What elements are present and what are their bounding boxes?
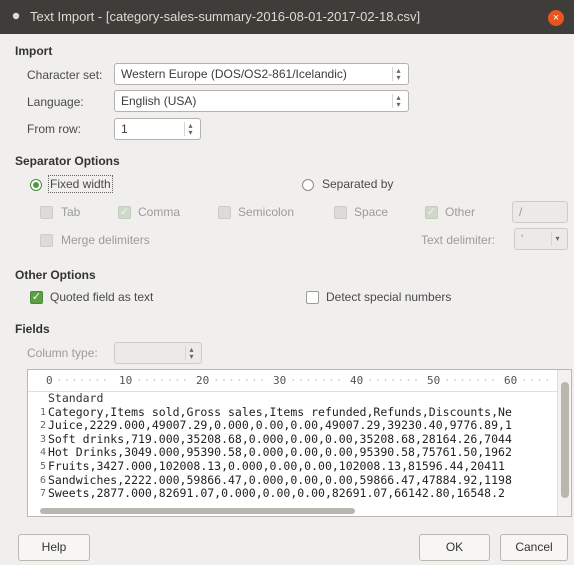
table-row: 5 Fruits,3427.000,102008.13,0.000,0.00,0.…: [28, 460, 558, 474]
row-text: Juice,2229.000,49007.29,0.000,0.00,0.00,…: [48, 419, 512, 433]
tab-label: Tab: [61, 205, 81, 219]
table-row: 2 Juice,2229.000,49007.29,0.000,0.00,0.00…: [28, 419, 558, 433]
language-value: English (USA): [121, 94, 197, 108]
row-number: 3: [39, 433, 46, 445]
quoted-field-checkbox[interactable]: ✓: [30, 291, 43, 304]
row-text: Fruits,3427.000,102008.13,0.000,0.00,0.0…: [48, 459, 505, 473]
space-label: Space: [354, 205, 389, 219]
ruler-tick: 60: [504, 374, 518, 387]
row-text: Soft drinks,719.000,35208.68,0.000,0.00,…: [48, 432, 512, 446]
language-dropdown-icon: ▴ ▾: [392, 94, 404, 109]
vertical-scroll-thumb[interactable]: [561, 382, 569, 498]
row-text: Sandwiches,2222.000,59866.47,0.000,0.00,…: [48, 473, 512, 487]
window-title: Text Import - [category-sales-summary-20…: [30, 9, 421, 24]
ruler-dots: ·······: [290, 374, 344, 387]
column-type-select[interactable]: ▴ ▾: [114, 342, 202, 364]
ruler-tick: 20: [196, 374, 210, 387]
table-row: 1 Category,Items sold,Gross sales,Items r…: [28, 406, 558, 420]
tab-checkbox[interactable]: [40, 206, 53, 219]
from-row-value: 1: [121, 122, 128, 136]
title-bar: Text Import - [category-sales-summary-20…: [0, 0, 574, 34]
other-label: Other: [445, 205, 476, 219]
vertical-scrollbar[interactable]: [557, 370, 571, 516]
column-type-header-row[interactable]: Standard: [28, 392, 558, 406]
horizontal-scrollbar[interactable]: [28, 506, 558, 516]
separator-section-title: Separator Options: [15, 154, 120, 168]
row-number: 2: [39, 420, 46, 432]
column-type-label: Column type:: [27, 346, 98, 360]
preview-table[interactable]: 0 ······· 10 ······· 20 ······· 30 ·····…: [27, 369, 572, 517]
row-text: Sweets,2877.000,82691.07,0.000,0.00,0.00…: [48, 487, 505, 501]
window-menu-icon[interactable]: [11, 11, 21, 21]
column-type-header: Standard: [48, 392, 104, 405]
close-icon[interactable]: ×: [548, 10, 564, 26]
text-delimiter-label: Text delimiter:: [421, 233, 496, 247]
text-delimiter-select[interactable]: ' ▾: [514, 228, 568, 250]
ruler-dots: ·······: [136, 374, 190, 387]
merge-delimiters-checkbox[interactable]: [40, 234, 53, 247]
help-button[interactable]: Help: [18, 534, 90, 561]
from-row-label: From row:: [27, 122, 81, 136]
comma-checkbox[interactable]: ✓: [118, 206, 131, 219]
semicolon-label: Semicolon: [238, 205, 295, 219]
row-number: 1: [39, 406, 46, 418]
row-text: Category,Items sold,Gross sales,Items re…: [48, 405, 512, 419]
fixed-width-label[interactable]: Fixed width: [48, 175, 113, 193]
row-number: 5: [39, 460, 46, 472]
ruler-tick: 10: [119, 374, 133, 387]
charset-select[interactable]: Western Europe (DOS/OS2-861/Icelandic) ▴…: [114, 63, 409, 85]
ruler-dots: ·······: [444, 374, 498, 387]
language-label: Language:: [27, 95, 84, 109]
horizontal-scroll-thumb[interactable]: [40, 508, 355, 514]
column-ruler[interactable]: 0 ······· 10 ······· 20 ······· 30 ·····…: [28, 370, 558, 392]
ok-button[interactable]: OK: [419, 534, 490, 561]
ruler-dots: ·······: [56, 374, 110, 387]
ruler-tick: 30: [273, 374, 287, 387]
row-number: 4: [39, 447, 46, 459]
detect-special-numbers-label[interactable]: Detect special numbers: [326, 290, 451, 304]
row-text: Hot Drinks,3049.000,95390.58,0.000,0.00,…: [48, 446, 512, 460]
language-select[interactable]: English (USA) ▴ ▾: [114, 90, 409, 112]
charset-label: Character set:: [27, 68, 103, 82]
table-row: 6 Sandwiches,2222.000,59866.47,0.000,0.00…: [28, 474, 558, 488]
ruler-dots: ·······: [367, 374, 421, 387]
other-checkbox[interactable]: ✓: [425, 206, 438, 219]
space-checkbox[interactable]: [334, 206, 347, 219]
comma-label: Comma: [138, 205, 181, 219]
column-type-dropdown-icon: ▴ ▾: [185, 346, 197, 361]
ruler-tick: 50: [427, 374, 441, 387]
cancel-button[interactable]: Cancel: [500, 534, 568, 561]
merge-delimiters-label: Merge delimiters: [61, 233, 150, 247]
fields-section-title: Fields: [15, 322, 50, 336]
charset-dropdown-icon: ▴ ▾: [392, 67, 404, 82]
row-number: 7: [39, 488, 46, 500]
preview-grid: Standard 1 Category,Items sold,Gross sale…: [28, 392, 558, 501]
separated-by-label[interactable]: Separated by: [322, 177, 393, 191]
fixed-width-radio[interactable]: [30, 179, 42, 191]
row-number: 6: [39, 474, 46, 486]
from-row-spinner[interactable]: 1 ▴ ▾: [114, 118, 201, 140]
separated-by-radio[interactable]: [302, 179, 314, 191]
semicolon-checkbox[interactable]: [218, 206, 231, 219]
other-options-section-title: Other Options: [15, 268, 96, 282]
charset-value: Western Europe (DOS/OS2-861/Icelandic): [121, 67, 347, 81]
quoted-field-label[interactable]: Quoted field as text: [50, 290, 153, 304]
import-section-title: Import: [15, 44, 53, 58]
other-separator-value: /: [519, 205, 523, 219]
other-separator-input[interactable]: /: [512, 201, 568, 223]
ruler-tick: 40: [350, 374, 364, 387]
table-row: 3 Soft drinks,719.000,35208.68,0.000,0.00…: [28, 433, 558, 447]
table-row: 7 Sweets,2877.000,82691.07,0.000,0.00,0.0…: [28, 487, 558, 501]
ruler-tick: 0: [46, 374, 53, 387]
ruler-dots: ····: [521, 374, 552, 387]
ruler-dots: ·······: [213, 374, 267, 387]
text-delimiter-dropdown-icon: ▾: [551, 232, 563, 246]
text-delimiter-value: ': [521, 232, 524, 246]
table-row: 4 Hot Drinks,3049.000,95390.58,0.000,0.00…: [28, 446, 558, 460]
from-row-stepper-icon[interactable]: ▴ ▾: [184, 122, 196, 137]
detect-special-numbers-checkbox[interactable]: [306, 291, 319, 304]
